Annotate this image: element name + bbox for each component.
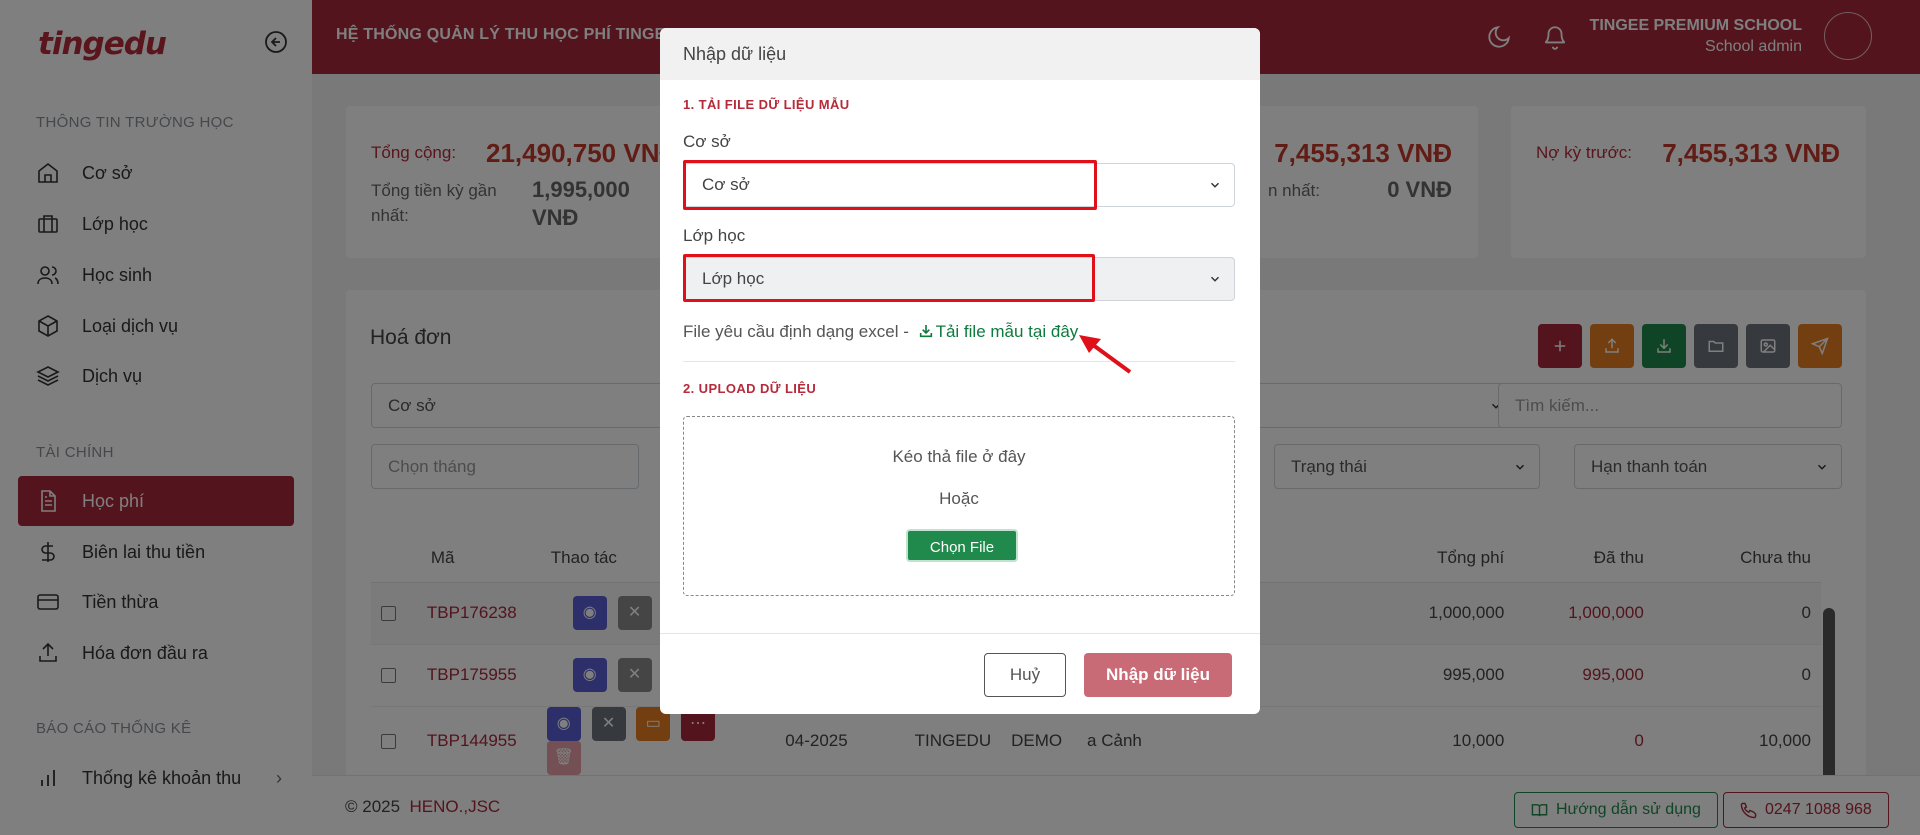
chevron-down-icon <box>1210 182 1220 188</box>
chevron-down-icon <box>1210 276 1220 282</box>
annotation-arrow-icon <box>1079 335 1132 374</box>
or-text: Hoặc <box>939 489 979 508</box>
drop-text: Kéo thả file ở đây <box>892 447 1026 466</box>
annotation-highlight-class <box>683 254 1095 302</box>
hint-text: File yêu cầu định dạng excel - <box>683 322 909 341</box>
file-dropzone[interactable]: Kéo thả file ở đây Hoặc Chọn File <box>683 416 1235 596</box>
choose-file-button[interactable]: Chọn File <box>906 529 1018 562</box>
section-divider <box>683 361 1235 362</box>
modal-title: Nhập dữ liệu <box>660 28 1260 80</box>
import-data-modal: Nhập dữ liệu 1. TẢI FILE DỮ LIỆU MẪU Cơ … <box>660 28 1260 714</box>
modal-footer: Huỷ Nhập dữ liệu <box>660 633 1260 714</box>
step1-heading: 1. TẢI FILE DỮ LIỆU MẪU <box>683 97 850 112</box>
download-template-link[interactable]: Tải file mẫu tại đây <box>936 322 1079 341</box>
annotation-highlight-campus <box>683 160 1097 210</box>
step2-heading: 2. UPLOAD DỮ LIỆU <box>683 381 817 396</box>
template-hint: File yêu cầu định dạng excel - Tải file … <box>683 322 1078 342</box>
import-submit-button[interactable]: Nhập dữ liệu <box>1084 653 1232 697</box>
cancel-button[interactable]: Huỷ <box>984 653 1066 697</box>
class-label: Lớp học <box>683 226 746 245</box>
download-icon <box>919 325 932 338</box>
campus-label: Cơ sở <box>683 132 731 151</box>
